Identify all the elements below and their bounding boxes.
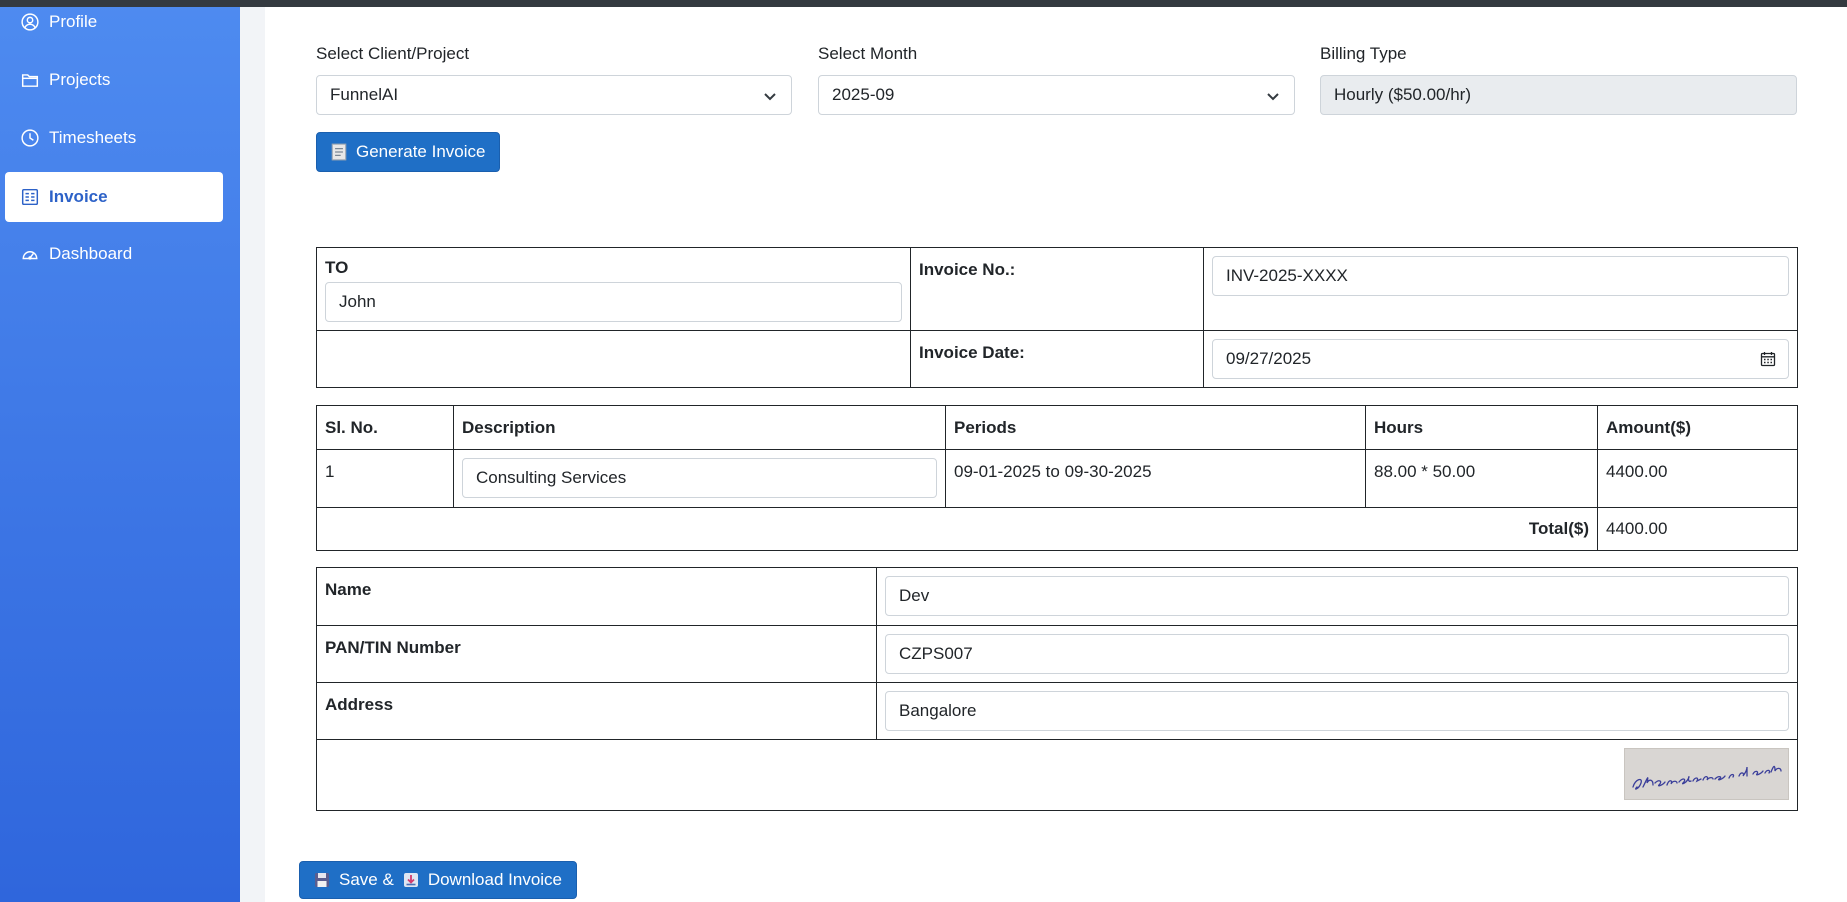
sidebar: Profile Projects Timesheets Invoice Dash… [0,0,240,902]
generate-invoice-label: Generate Invoice [356,142,486,161]
description-cell: Consulting Services [453,449,946,508]
to-value: John [339,292,376,311]
month-select[interactable]: 2025-09 [818,75,1295,115]
name-label: Name [316,567,877,626]
client-project-select[interactable]: FunnelAI [316,75,792,115]
invoice-icon [21,188,39,206]
invoice-date-value: 09/27/2025 [1226,349,1312,368]
sidebar-item-invoice[interactable]: Invoice [5,172,223,222]
client-project-label: Select Client/Project [316,44,470,63]
month-label: Select Month [818,44,918,63]
save-download-invoice-button[interactable]: Save & Download Invoice [299,861,578,899]
name-value: Dev [899,586,930,605]
sidebar-item-label: Profile [49,12,98,31]
column-header-hours: Hours [1365,405,1598,450]
to-label: TO [325,258,349,277]
user-circle-icon [21,13,39,31]
speedometer-icon [22,251,38,260]
billing-type-label: Billing Type [1320,44,1407,63]
download-icon [403,873,418,887]
total-label: Total($) [316,507,1598,551]
name-input[interactable]: Dev [885,576,1789,616]
sidebar-item-timesheets[interactable]: Timesheets [5,113,223,163]
sidebar-item-projects[interactable]: Projects [5,55,223,105]
save-label: Save & [339,870,394,889]
sidebar-item-label: Projects [49,70,111,89]
sidebar-item-dashboard[interactable]: Dashboard [5,229,223,279]
clock-icon [21,129,39,147]
amount-cell: 4400.00 [1597,449,1798,508]
to-input[interactable]: John [325,282,902,322]
invoice-date-input[interactable]: 09/27/2025 [1212,339,1789,379]
sidebar-item-label: Timesheets [49,128,137,147]
invoice-items-table: Sl. No. Description Periods Hours Amount… [316,405,1798,551]
table-row: 1 Consulting Services 09-01-2025 to 09-3… [316,449,1798,508]
payee-table: Name Dev PAN/TIN Number CZPS007 Address … [316,567,1798,811]
invoice-no-label-cell: Invoice No.: [910,247,1204,331]
invoice-date-cell: 09/27/2025 [1203,330,1798,388]
address-cell: Bangalore [876,682,1798,740]
signature-image [1624,748,1789,800]
chevron-down-icon [1267,93,1279,101]
invoice-date-label: Invoice Date: [919,343,1025,362]
column-header-periods: Periods [945,405,1366,450]
client-project-value: FunnelAI [330,85,399,104]
download-label: Download Invoice [427,870,563,889]
floppy-disk-icon [315,873,329,887]
address-label: Address [316,682,877,740]
folder-icon [21,74,39,87]
signature-drawing [1632,765,1782,790]
billing-type-field: Hourly ($50.00/hr) [1320,75,1797,115]
sl-no-cell: 1 [316,449,454,508]
invoice-header-table: TO John Invoice No.: INV-2025-XXXX Invoi… [316,247,1798,388]
invoice-date-label-cell: Invoice Date: [910,330,1204,388]
invoice-no-label: Invoice No.: [919,260,1016,279]
pan-cell: CZPS007 [876,625,1798,683]
pan-value: CZPS007 [899,644,973,663]
column-header-description: Description [453,405,946,450]
sidebar-item-profile[interactable]: Profile [5,0,223,47]
total-label-text: Total($) [1528,519,1589,538]
total-value: 4400.00 [1597,507,1798,551]
column-header-sl-no: Sl. No. [316,405,454,450]
invoice-no-cell: INV-2025-XXXX [1203,247,1798,331]
description-value: Consulting Services [476,468,627,487]
window-top-bar [0,0,1847,7]
calendar-icon[interactable] [1760,351,1776,367]
invoice-no-value: INV-2025-XXXX [1226,266,1348,285]
description-input[interactable]: Consulting Services [462,458,937,498]
period-cell: 09-01-2025 to 09-30-2025 [945,449,1366,508]
month-value: 2025-09 [832,85,895,104]
billing-type-value: Hourly ($50.00/hr) [1334,85,1472,104]
chevron-down-icon [764,93,776,101]
address-input[interactable]: Bangalore [885,691,1789,731]
pan-label: PAN/TIN Number [316,625,877,683]
generate-invoice-button[interactable]: Generate Invoice [316,132,501,172]
invoice-no-input[interactable]: INV-2025-XXXX [1212,256,1789,296]
column-header-amount: Amount($) [1597,405,1798,450]
empty-cell [316,330,911,388]
receipt-icon [331,143,347,161]
content-gutter [240,0,265,902]
name-cell: Dev [876,567,1798,626]
signature-cell [316,739,1798,811]
address-value: Bangalore [899,701,977,720]
to-cell: TO John [316,247,911,331]
hours-cell: 88.00 * 50.00 [1365,449,1598,508]
sidebar-item-label: Dashboard [49,244,133,263]
pan-input[interactable]: CZPS007 [885,634,1789,674]
sidebar-item-label: Invoice [49,187,108,206]
